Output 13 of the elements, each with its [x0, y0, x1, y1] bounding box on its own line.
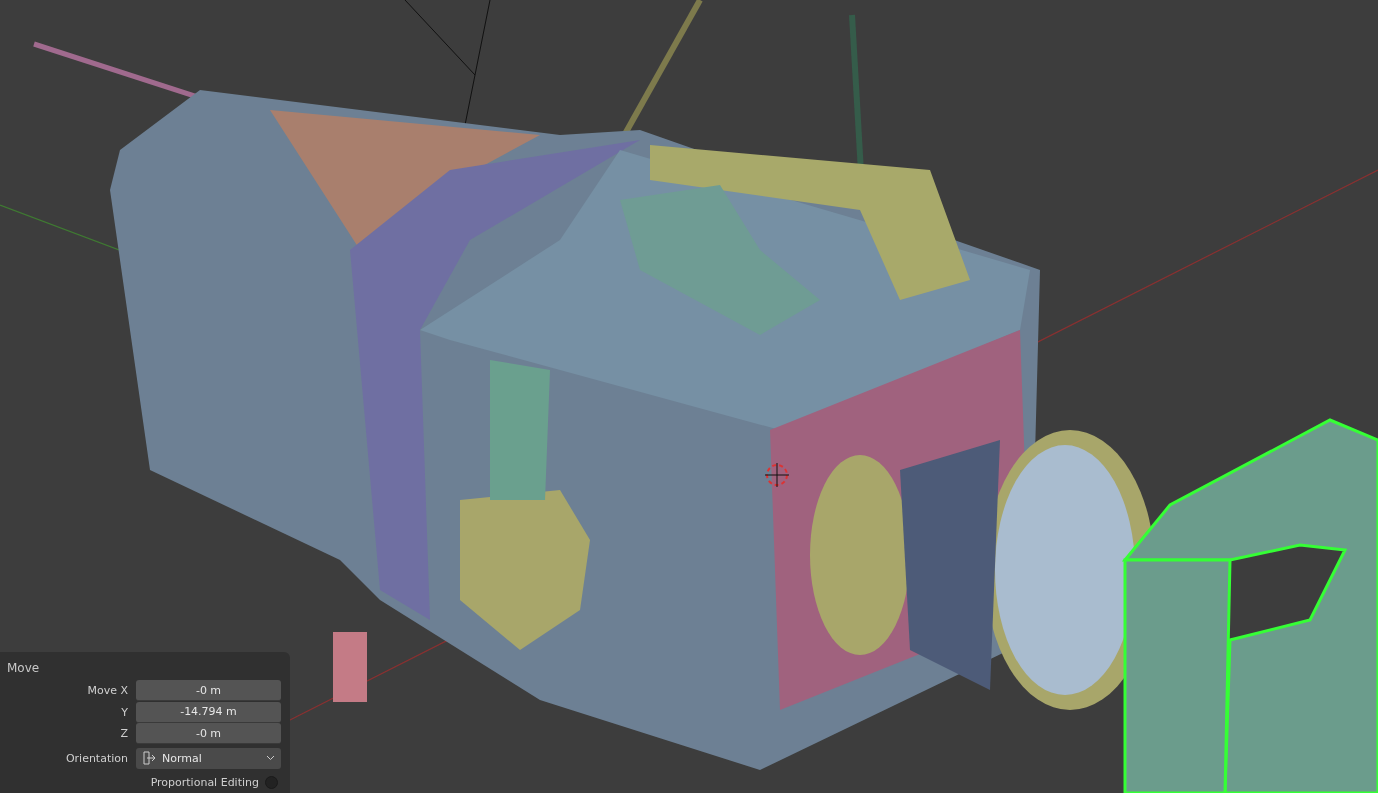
orientation-icon	[142, 751, 156, 766]
number-field[interactable]: -14.794 m	[136, 701, 281, 723]
3d-cursor-icon	[764, 462, 790, 488]
checkbox-label: Proportional Editing	[150, 775, 259, 789]
number-field[interactable]: -0 m	[136, 680, 281, 702]
field-label: Z	[119, 727, 128, 741]
chevron-icon	[266, 755, 275, 762]
field-label: Y	[120, 705, 128, 719]
field-label: Move X	[86, 684, 128, 698]
orientation-dropdown[interactable]: Normal	[136, 747, 281, 769]
number-field[interactable]: -0 m	[136, 723, 281, 745]
field-label: Orientation	[64, 751, 128, 765]
panel-title: Move	[7, 660, 41, 677]
